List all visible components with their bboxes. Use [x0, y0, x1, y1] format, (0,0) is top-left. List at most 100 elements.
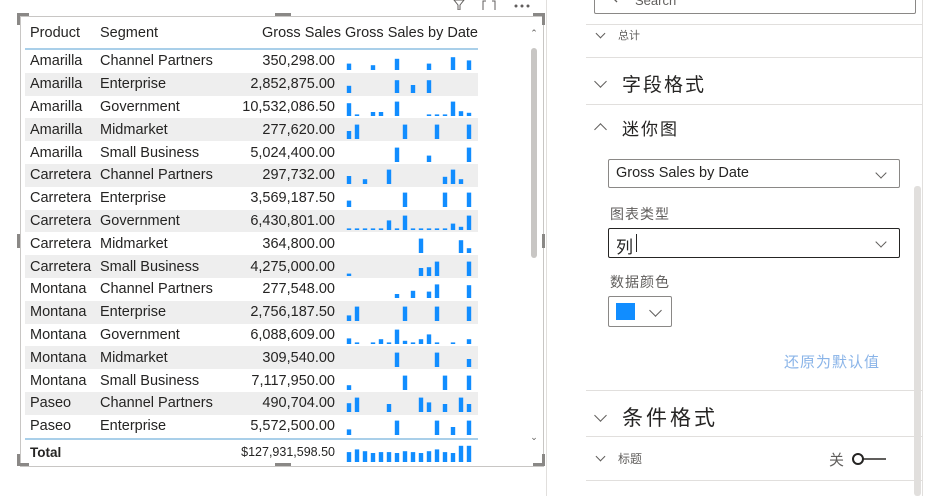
resize-handle-top[interactable] [275, 13, 291, 16]
table-row[interactable]: Montana Enterprise 2,756,187.50 [25, 300, 478, 324]
header-product[interactable]: Product [25, 18, 100, 50]
cell-sparkline [345, 415, 478, 439]
cell-product: Carretera [30, 190, 92, 207]
sparkline-bar [466, 247, 472, 253]
table-row[interactable]: Carretera Small Business 4,275,000.00 [25, 255, 478, 278]
search-input[interactable]: Search [594, 0, 916, 14]
sparkline-bar [402, 215, 408, 230]
divider [586, 480, 922, 481]
field-format-section-header[interactable]: 字段格式 [594, 70, 706, 96]
sparkline-bar [466, 192, 472, 208]
table-row[interactable]: Carretera Government 6,430,801.00 [25, 209, 478, 233]
sparkline-bar [354, 397, 360, 413]
header-gross-sales[interactable]: Gross Sales [220, 18, 345, 50]
pane-border [922, 0, 923, 496]
sparkline-bar [346, 452, 352, 463]
table-row[interactable]: Montana Government 6,088,609.00 [25, 324, 478, 347]
reset-to-default-link[interactable]: 还原为默认值 [784, 351, 880, 372]
sparkline-chart [346, 57, 472, 71]
sparkline-chart [346, 101, 472, 116]
chart-type-select[interactable]: 列 [608, 228, 900, 258]
sparkline-bar [450, 427, 456, 436]
table-row[interactable]: Montana Midmarket 309,540.00 [25, 346, 478, 370]
table-row[interactable]: Montana Channel Partners 277,548.00 [25, 278, 478, 301]
sparkline-bar [466, 375, 472, 390]
resize-handle-bl-v[interactable] [17, 454, 20, 466]
sparkline-bar [458, 397, 464, 413]
filter-icon[interactable] [453, 0, 465, 12]
sparkline-bar [434, 306, 440, 322]
title-toggle[interactable] [852, 452, 888, 466]
sparkline-bar [466, 215, 472, 230]
sparkline-bar [354, 342, 360, 344]
table-row[interactable]: Amarilla Midmarket 277,620.00 [25, 118, 478, 142]
cell-segment: Midmarket [100, 346, 220, 370]
cell-sparkline [345, 49, 478, 73]
table-scrollbar-thumb[interactable] [531, 48, 537, 258]
sparkline-section-header[interactable]: 迷你图 [594, 115, 679, 139]
cell-gross-sales: 364,800.00 [262, 235, 335, 252]
table-row[interactable]: Carretera Enterprise 3,569,187.50 [25, 187, 478, 210]
sparkline-bar [442, 177, 448, 185]
sparkline-select[interactable]: Gross Sales by Date [608, 159, 900, 188]
sparkline-bar [394, 147, 400, 162]
cell-sparkline [345, 72, 478, 96]
cell-product: Montana [30, 281, 87, 298]
resize-handle-tl-v[interactable] [17, 13, 20, 25]
cell-product: Carretera [25, 255, 100, 278]
header-sparkline[interactable]: Gross Sales by Date [345, 18, 478, 50]
sparkline-chart [346, 169, 464, 185]
subtotal-label: 总计 [618, 30, 640, 42]
table-row[interactable]: Montana Small Business 7,117,950.00 [25, 369, 478, 392]
resize-handle-left[interactable] [17, 234, 20, 248]
sparkline-bar [402, 124, 408, 139]
data-color-picker[interactable] [608, 296, 672, 327]
resize-handle-tr-v[interactable] [542, 13, 545, 25]
sparkline-bar [402, 192, 408, 208]
table-visual: Product Segment Gross Sales Gross Sales … [0, 0, 546, 496]
cell-sparkline [345, 324, 478, 347]
sparkline-bar [394, 80, 400, 94]
sparkline-bar [426, 402, 432, 413]
table-row[interactable]: Amarilla Government 10,532,086.50 [25, 96, 478, 119]
table-row[interactable]: Amarilla Channel Partners 350,298.00 [25, 49, 478, 73]
toggle-state-label: 关 [829, 452, 845, 469]
table-row[interactable]: Carretera Channel Partners 297,732.00 [25, 163, 478, 187]
table-row[interactable]: Amarilla Enterprise 2,852,875.00 [25, 72, 478, 96]
sparkline-bar [394, 294, 400, 299]
sparkline-bar [394, 420, 400, 436]
table-row[interactable]: Paseo Channel Partners 490,704.00 [25, 391, 478, 415]
resize-handle-right[interactable] [542, 234, 545, 248]
sparkline-bar [418, 267, 424, 276]
pane-scrollbar[interactable] [914, 186, 921, 496]
sparkline-bar [370, 65, 376, 71]
chart-type-value: 列 [616, 238, 633, 257]
cell-gross-sales: 4,275,000.00 [220, 255, 345, 278]
table-row[interactable]: Amarilla Small Business 5,024,400.00 [25, 141, 478, 164]
cell-gross-sales: 350,298.00 [262, 53, 335, 70]
header-segment[interactable]: Segment [100, 18, 220, 50]
focus-mode-icon[interactable] [482, 0, 496, 12]
sparkline-bar [466, 339, 472, 344]
table-row[interactable]: Carretera Midmarket 364,800.00 [25, 232, 478, 255]
divider [586, 104, 922, 105]
total-label: Total [25, 437, 100, 465]
sparkline-chart [346, 261, 472, 276]
cell-segment: Enterprise [100, 300, 220, 324]
sparkline-bar [346, 273, 352, 276]
resize-handle-br-v[interactable] [542, 454, 545, 466]
scroll-down-arrow[interactable]: ⌄ [529, 432, 539, 443]
table-row[interactable]: Paseo Enterprise 5,572,500.00 [25, 415, 478, 439]
title-section-header[interactable]: 标题 [595, 449, 642, 467]
scroll-up-arrow[interactable]: ⌃ [529, 28, 539, 39]
cell-sparkline [345, 391, 478, 415]
more-options-icon[interactable] [514, 0, 530, 12]
subtotal-section-header[interactable]: 总计 [595, 26, 640, 44]
sparkline-bar [410, 452, 416, 463]
sparkline-bar [346, 315, 352, 322]
conditional-format-section-header[interactable]: 条件格式 [594, 404, 718, 430]
canvas-divider [546, 0, 547, 496]
sparkline-bar [434, 449, 440, 463]
sparkline-bar [466, 112, 472, 116]
cell-product: Paseo [30, 418, 72, 435]
